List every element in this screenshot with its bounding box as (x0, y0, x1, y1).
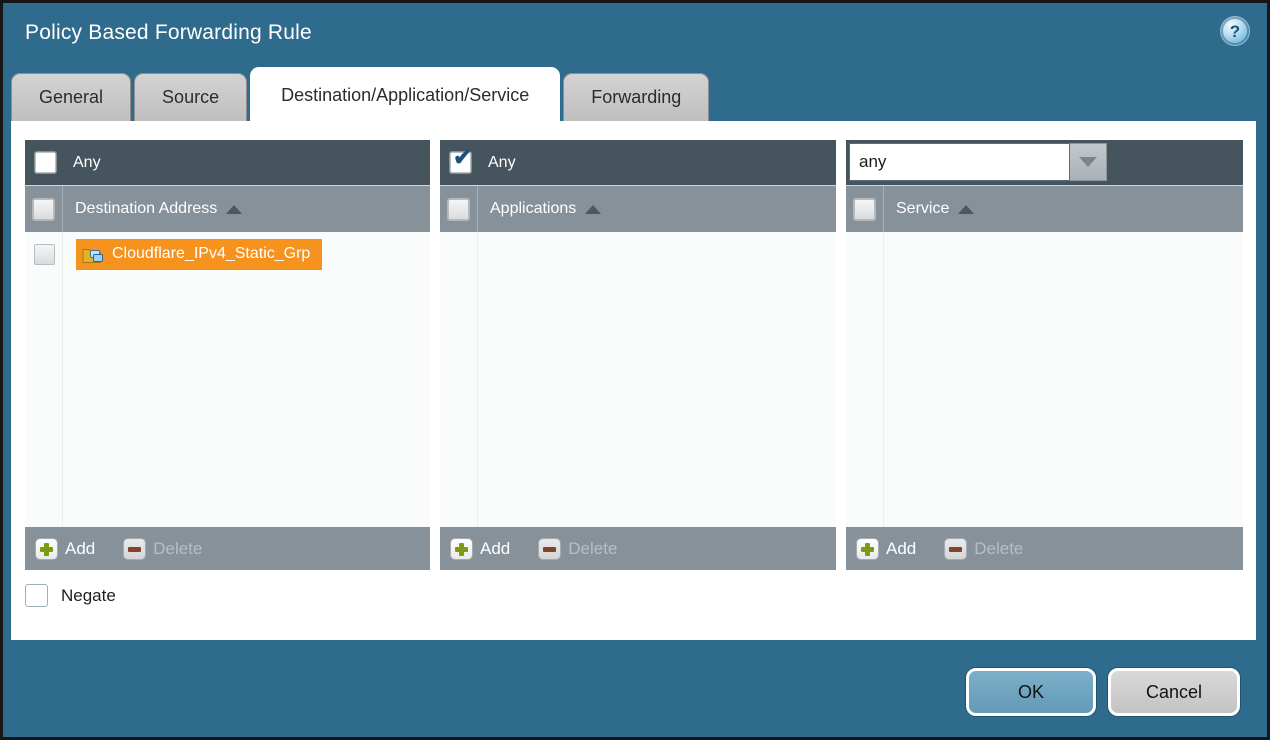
service-mode-dropdown[interactable] (849, 143, 1107, 181)
row-checkbox[interactable] (34, 244, 55, 265)
applications-any-bar: Any (440, 140, 836, 186)
ok-button[interactable]: OK (966, 668, 1096, 716)
service-select-all-checkbox[interactable] (854, 199, 875, 220)
help-icon[interactable]: ? (1221, 17, 1249, 45)
add-button[interactable]: Add (35, 538, 95, 560)
help-glyph: ? (1230, 23, 1240, 40)
applications-select-all-checkbox[interactable] (448, 199, 469, 220)
tab-general[interactable]: General (11, 73, 131, 121)
destination-select-all-checkbox[interactable] (33, 199, 54, 220)
destination-row-label: Cloudflare_IPv4_Static_Grp (112, 245, 310, 263)
delete-button-label: Delete (153, 539, 202, 559)
gutter-divider (883, 232, 884, 527)
applications-column: Any Applications Add Delete (440, 140, 836, 570)
delete-button[interactable]: Delete (944, 538, 1023, 560)
cancel-button[interactable]: Cancel (1108, 668, 1240, 716)
add-button-label: Add (886, 539, 916, 559)
plus-icon (35, 538, 58, 560)
delete-button-label: Delete (974, 539, 1023, 559)
applications-list (440, 232, 836, 527)
tab-forwarding[interactable]: Forwarding (563, 73, 709, 121)
add-button[interactable]: Add (856, 538, 916, 560)
gutter-divider (62, 232, 63, 527)
applications-header-label[interactable]: Applications (490, 200, 576, 218)
tab-bar: General Source Destination/Application/S… (11, 67, 712, 121)
table-row: Cloudflare_IPv4_Static_Grp (25, 232, 430, 272)
destination-address-column: Any Destination Address (25, 140, 430, 570)
destination-toolbar: Add Delete (25, 527, 430, 570)
applications-header-row: Applications (440, 186, 836, 232)
delete-button[interactable]: Delete (123, 538, 202, 560)
sort-asc-icon[interactable] (226, 205, 242, 214)
gutter-divider (477, 232, 478, 527)
add-button-label: Add (65, 539, 95, 559)
applications-toolbar: Add Delete (440, 527, 836, 570)
service-column: Service Add Delete (846, 140, 1243, 570)
service-header-label[interactable]: Service (896, 200, 949, 218)
negate-label: Negate (61, 586, 116, 606)
destination-any-label: Any (73, 154, 101, 172)
service-list (846, 232, 1243, 527)
applications-any-label: Any (488, 154, 516, 172)
tab-content-panel: Any Destination Address (11, 121, 1256, 640)
destination-header-label[interactable]: Destination Address (75, 200, 217, 218)
dialog-titlebar: Policy Based Forwarding Rule ? (3, 3, 1267, 65)
minus-icon (123, 538, 146, 560)
destination-list: Cloudflare_IPv4_Static_Grp (25, 232, 430, 527)
pbf-rule-dialog: Policy Based Forwarding Rule ? General S… (0, 0, 1270, 740)
add-button-label: Add (480, 539, 510, 559)
dropdown-button[interactable] (1070, 143, 1107, 181)
destination-header-gutter (25, 186, 63, 232)
delete-button-label: Delete (568, 539, 617, 559)
service-header-gutter (846, 186, 884, 232)
negate-checkbox[interactable] (25, 584, 48, 607)
delete-button[interactable]: Delete (538, 538, 617, 560)
plus-icon (450, 538, 473, 560)
sort-asc-icon[interactable] (958, 205, 974, 214)
dialog-title: Policy Based Forwarding Rule (25, 21, 312, 45)
chevron-down-icon (1079, 157, 1097, 167)
destination-any-bar: Any (25, 140, 430, 186)
tab-destination-application-service[interactable]: Destination/Application/Service (250, 67, 560, 121)
minus-icon (538, 538, 561, 560)
destination-header-row: Destination Address (25, 186, 430, 232)
address-group-icon (82, 245, 104, 264)
minus-icon (944, 538, 967, 560)
applications-header-gutter (440, 186, 478, 232)
service-header-row: Service (846, 186, 1243, 232)
sort-asc-icon[interactable] (585, 205, 601, 214)
service-mode-input[interactable] (849, 143, 1070, 181)
service-toolbar: Add Delete (846, 527, 1243, 570)
destination-row-item[interactable]: Cloudflare_IPv4_Static_Grp (76, 239, 322, 270)
row-gutter (25, 244, 63, 265)
service-mode-bar (846, 140, 1243, 186)
applications-any-checkbox[interactable] (450, 152, 471, 173)
destination-any-checkbox[interactable] (35, 152, 56, 173)
plus-icon (856, 538, 879, 560)
add-button[interactable]: Add (450, 538, 510, 560)
negate-row: Negate (25, 584, 116, 607)
tab-source[interactable]: Source (134, 73, 247, 121)
